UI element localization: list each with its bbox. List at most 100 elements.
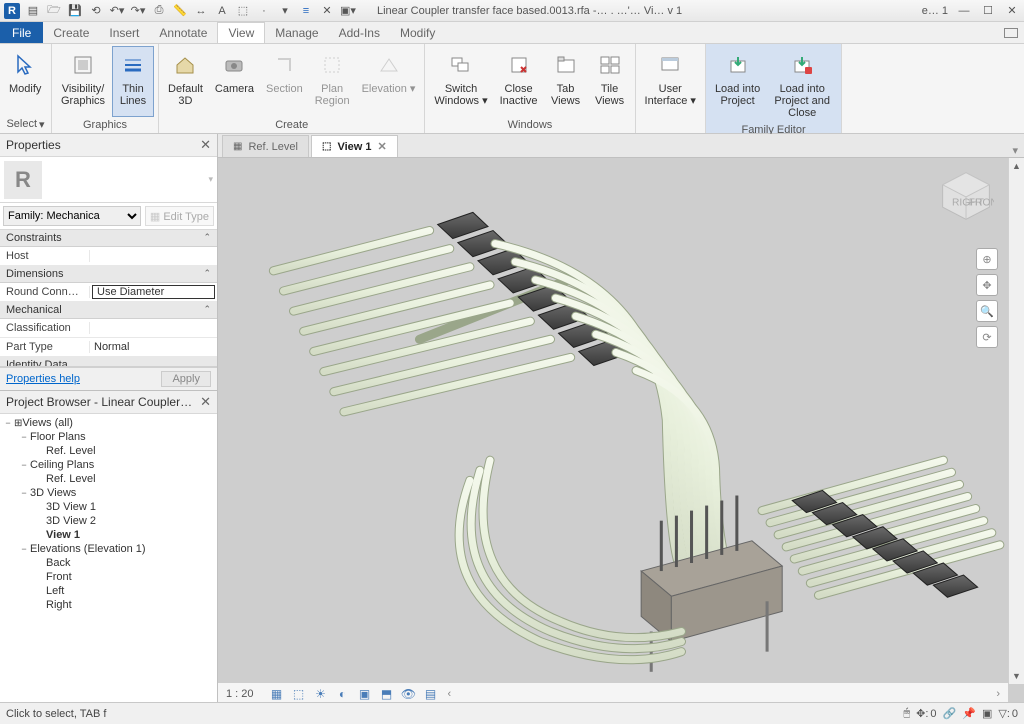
close-properties-icon[interactable]: ✕ bbox=[200, 137, 211, 153]
qat-print-icon[interactable]: ⎙ bbox=[150, 2, 168, 20]
tree-item[interactable]: 3D View 1 bbox=[0, 500, 217, 514]
default-3d-button[interactable]: Default 3D bbox=[163, 46, 208, 117]
qat-switch-icon[interactable]: ▣▾ bbox=[339, 2, 357, 20]
status-link-icon[interactable]: 🔗 bbox=[943, 707, 957, 720]
tree-toggle-icon[interactable]: − bbox=[18, 544, 30, 554]
vc-crop-icon[interactable]: ▣ bbox=[356, 685, 374, 703]
status-drag-icon[interactable]: ✥:0 bbox=[916, 707, 936, 720]
qat-open2-icon[interactable]: 🗁 bbox=[45, 2, 63, 20]
menu-tab-manage[interactable]: Manage bbox=[265, 22, 328, 43]
tree-item[interactable]: −Elevations (Elevation 1) bbox=[0, 542, 217, 556]
prop-part-type[interactable]: Part TypeNormal bbox=[0, 338, 217, 357]
tree-item[interactable]: Right bbox=[0, 598, 217, 612]
tab-views-button[interactable]: Tab Views bbox=[545, 46, 587, 117]
view-tab-view1[interactable]: ⬚View 1✕ bbox=[311, 135, 398, 157]
scrollbar-horizontal[interactable]: 1 : 20 ▦ ⬚ ☀ ◐ ▣ ⬒ 👁 ▤ ‹ › bbox=[218, 684, 1008, 702]
close-tab-icon[interactable]: ✕ bbox=[377, 140, 386, 153]
tree-toggle-icon[interactable]: − bbox=[18, 488, 30, 498]
tabs-overflow-icon[interactable]: ▾ bbox=[1006, 144, 1024, 157]
tree-item[interactable]: −⊞ Views (all) bbox=[0, 416, 217, 430]
tree-toggle-icon[interactable]: − bbox=[2, 418, 14, 428]
menu-tab-addins[interactable]: Add-Ins bbox=[329, 22, 390, 43]
prop-round-conn[interactable]: Round Conn…Use Diameter bbox=[0, 283, 217, 302]
vc-sun-icon[interactable]: ☀ bbox=[312, 685, 330, 703]
menu-tab-insert[interactable]: Insert bbox=[99, 22, 149, 43]
menu-tab-annotate[interactable]: Annotate bbox=[149, 22, 217, 43]
status-pin-icon[interactable]: 📌 bbox=[962, 707, 976, 720]
load-into-project-button[interactable]: Load into Project bbox=[710, 46, 765, 122]
file-tab[interactable]: File bbox=[0, 22, 43, 43]
qat-redo-icon[interactable]: ↷▾ bbox=[129, 2, 147, 20]
close-button[interactable]: ✕ bbox=[1004, 3, 1020, 19]
tree-item[interactable]: View 1 bbox=[0, 528, 217, 542]
view-scale[interactable]: 1 : 20 bbox=[226, 688, 254, 700]
app-logo-icon[interactable]: R bbox=[4, 3, 20, 19]
tree-item[interactable]: Back bbox=[0, 556, 217, 570]
ribbon-toggle-icon[interactable] bbox=[1004, 28, 1018, 38]
close-browser-icon[interactable]: ✕ bbox=[200, 394, 211, 410]
tree-toggle-icon[interactable]: − bbox=[18, 460, 30, 470]
qat-dim-icon[interactable]: ↔ bbox=[192, 2, 210, 20]
tree-item[interactable]: 3D View 2 bbox=[0, 514, 217, 528]
maximize-button[interactable]: ☐ bbox=[980, 3, 996, 19]
select-dropdown[interactable]: Select bbox=[6, 118, 37, 131]
qat-undo-icon[interactable]: ↶▾ bbox=[108, 2, 126, 20]
tree-item[interactable]: Left bbox=[0, 584, 217, 598]
nav-pan-icon[interactable]: ✥ bbox=[976, 274, 998, 296]
qat-open-icon[interactable]: ▤ bbox=[24, 2, 42, 20]
view-tab-ref-level[interactable]: ▦Ref. Level bbox=[222, 135, 309, 157]
nav-bar[interactable]: ⊕ ✥ 🔍 ⟳ bbox=[976, 248, 1000, 352]
menu-tab-create[interactable]: Create bbox=[43, 22, 99, 43]
minimize-button[interactable]: — bbox=[956, 3, 972, 19]
modify-tool-button[interactable]: Modify bbox=[4, 46, 46, 116]
drawing-canvas[interactable]: RIGHTFRONT ⊕ ✥ 🔍 ⟳ ▲▼ 1 : 20 ▦ ⬚ ☀ ◐ ▣ bbox=[218, 158, 1024, 702]
qat-sync-icon[interactable]: ⟲ bbox=[87, 2, 105, 20]
load-close-button[interactable]: Load into Project and Close bbox=[767, 46, 837, 122]
qat-save-icon[interactable]: 💾 bbox=[66, 2, 84, 20]
tree-item[interactable]: Ref. Level bbox=[0, 472, 217, 486]
status-face-icon[interactable]: ▣ bbox=[982, 707, 992, 720]
vc-detail-icon[interactable]: ▦ bbox=[268, 685, 286, 703]
user-interface-button[interactable]: User Interface ▾ bbox=[640, 46, 701, 117]
status-filter-icon[interactable]: ▽:0 bbox=[998, 707, 1018, 720]
qat-section-icon[interactable]: ▾ bbox=[276, 2, 294, 20]
qat-close-hidden-icon[interactable]: ✕ bbox=[318, 2, 336, 20]
properties-help-link[interactable]: Properties help bbox=[6, 373, 80, 385]
vc-shadow-icon[interactable]: ◐ bbox=[334, 685, 352, 703]
group-identity[interactable]: Identity Data bbox=[0, 357, 217, 367]
tile-views-button[interactable]: Tile Views bbox=[589, 46, 631, 117]
qat-thin-icon[interactable]: ≡ bbox=[297, 2, 315, 20]
tree-item[interactable]: −Floor Plans bbox=[0, 430, 217, 444]
view-cube[interactable]: RIGHTFRONT bbox=[938, 168, 994, 224]
vc-crop2-icon[interactable]: ⬒ bbox=[378, 685, 396, 703]
menu-tab-modify[interactable]: Modify bbox=[390, 22, 445, 43]
group-dimensions[interactable]: Dimensions⌃ bbox=[0, 266, 217, 283]
camera-button[interactable]: Camera bbox=[210, 46, 259, 117]
tree-item[interactable]: −3D Views bbox=[0, 486, 217, 500]
menu-tab-view[interactable]: View bbox=[217, 22, 265, 43]
group-mechanical[interactable]: Mechanical⌃ bbox=[0, 302, 217, 319]
switch-windows-button[interactable]: Switch Windows ▾ bbox=[429, 46, 492, 117]
group-constraints[interactable]: Constraints⌃ bbox=[0, 230, 217, 247]
vc-rev-icon[interactable]: ▤ bbox=[422, 685, 440, 703]
nav-zoom-icon[interactable]: 🔍 bbox=[976, 300, 998, 322]
scrollbar-vertical[interactable]: ▲▼ bbox=[1008, 158, 1024, 684]
prop-host[interactable]: Host bbox=[0, 247, 217, 266]
status-select-icon[interactable]: 🖱 bbox=[904, 707, 911, 720]
close-inactive-button[interactable]: Close Inactive bbox=[495, 46, 543, 117]
tree-toggle-icon[interactable]: − bbox=[18, 432, 30, 442]
family-type-select[interactable]: Family: Mechanica bbox=[3, 206, 141, 226]
vc-visual-icon[interactable]: ⬚ bbox=[290, 685, 308, 703]
nav-orbit-icon[interactable]: ⟳ bbox=[976, 326, 998, 348]
nav-full-icon[interactable]: ⊕ bbox=[976, 248, 998, 270]
visibility-graphics-button[interactable]: Visibility/ Graphics bbox=[56, 46, 110, 117]
tree-item[interactable]: −Ceiling Plans bbox=[0, 458, 217, 472]
vc-hide-icon[interactable]: 👁 bbox=[400, 685, 418, 703]
edit-type-button[interactable]: ▦ Edit Type bbox=[145, 206, 214, 226]
tree-item[interactable]: Front bbox=[0, 570, 217, 584]
thin-lines-button[interactable]: Thin Lines bbox=[112, 46, 154, 117]
qat-3d-icon[interactable]: ⬚ bbox=[234, 2, 252, 20]
tree-item[interactable]: Ref. Level bbox=[0, 444, 217, 458]
prop-classification[interactable]: Classification bbox=[0, 319, 217, 338]
qat-text-icon[interactable]: A bbox=[213, 2, 231, 20]
